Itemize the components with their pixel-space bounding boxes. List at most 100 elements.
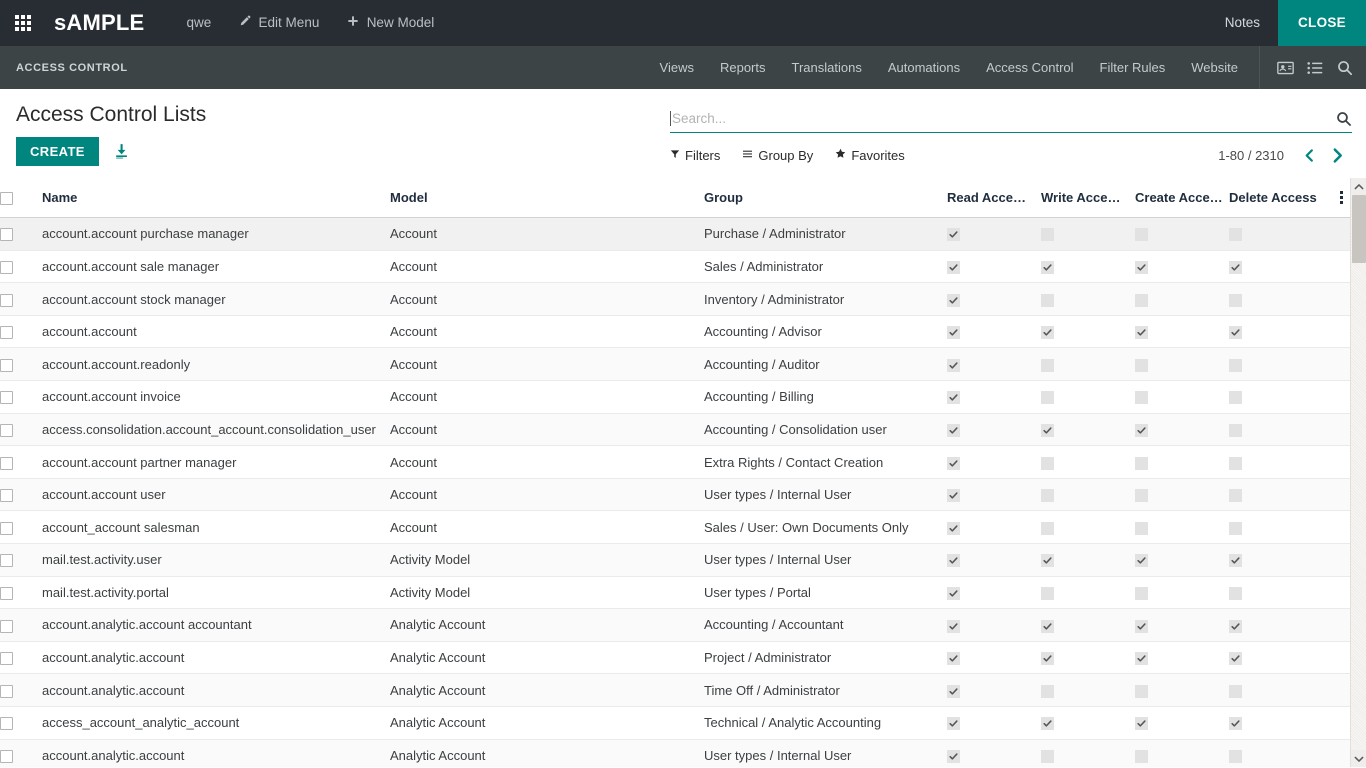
create-access-checkbox[interactable] (1135, 391, 1148, 404)
read-access-checkbox[interactable] (947, 652, 960, 665)
cell-model[interactable]: Account (390, 250, 704, 283)
create-access-checkbox[interactable] (1135, 359, 1148, 372)
cell-model[interactable]: Activity Model (390, 544, 704, 577)
cell-model[interactable]: Account (390, 218, 704, 251)
write-access-checkbox[interactable] (1041, 489, 1054, 502)
apps-grid-icon[interactable] (0, 0, 46, 46)
topnav-item-qwe[interactable]: qwe (172, 0, 225, 46)
import-download-icon[interactable] (113, 143, 130, 160)
row-select-cell[interactable] (0, 446, 42, 479)
cell-group[interactable]: Accounting / Advisor (704, 315, 947, 348)
cell-delete-access[interactable] (1229, 315, 1333, 348)
cell-read-access[interactable] (947, 218, 1041, 251)
cell-create-access[interactable] (1135, 381, 1229, 414)
cell-read-access[interactable] (947, 544, 1041, 577)
row-checkbox[interactable] (0, 522, 13, 535)
delete-access-checkbox[interactable] (1229, 457, 1242, 470)
cell-create-access[interactable] (1135, 674, 1229, 707)
cell-delete-access[interactable] (1229, 609, 1333, 642)
write-access-checkbox[interactable] (1041, 326, 1054, 339)
table-row[interactable]: access.consolidation.account_account.con… (0, 413, 1358, 446)
column-header-read-access[interactable]: Read Acce… (947, 178, 1041, 218)
cell-group[interactable]: Time Off / Administrator (704, 674, 947, 707)
cell-delete-access[interactable] (1229, 250, 1333, 283)
row-select-cell[interactable] (0, 478, 42, 511)
read-access-checkbox[interactable] (947, 685, 960, 698)
cell-create-access[interactable] (1135, 609, 1229, 642)
chevron-up-icon[interactable] (1351, 178, 1366, 195)
cell-create-access[interactable] (1135, 446, 1229, 479)
cell-write-access[interactable] (1041, 413, 1135, 446)
select-all-checkbox[interactable] (0, 192, 13, 205)
filters-dropdown[interactable]: Filters (670, 148, 720, 163)
cell-delete-access[interactable] (1229, 218, 1333, 251)
read-access-checkbox[interactable] (947, 554, 960, 567)
cell-model[interactable]: Analytic Account (390, 706, 704, 739)
read-access-checkbox[interactable] (947, 261, 960, 274)
cell-name[interactable]: account.account stock manager (42, 283, 390, 316)
cell-write-access[interactable] (1041, 218, 1135, 251)
create-access-checkbox[interactable] (1135, 228, 1148, 241)
search-bar[interactable] (670, 105, 1352, 133)
cell-create-access[interactable] (1135, 706, 1229, 739)
cell-create-access[interactable] (1135, 478, 1229, 511)
table-row[interactable]: mail.test.activity.portalActivity ModelU… (0, 576, 1358, 609)
row-checkbox[interactable] (0, 717, 13, 730)
cell-delete-access[interactable] (1229, 641, 1333, 674)
table-row[interactable]: account.analytic.accountAnalytic Account… (0, 674, 1358, 707)
row-checkbox[interactable] (0, 652, 13, 665)
row-checkbox[interactable] (0, 750, 13, 763)
row-checkbox[interactable] (0, 228, 13, 241)
cell-write-access[interactable] (1041, 674, 1135, 707)
chevron-down-icon[interactable] (1351, 750, 1366, 767)
cell-write-access[interactable] (1041, 641, 1135, 674)
write-access-checkbox[interactable] (1041, 522, 1054, 535)
cell-create-access[interactable] (1135, 576, 1229, 609)
topnav-item-edit-menu[interactable]: Edit Menu (225, 0, 333, 46)
create-access-checkbox[interactable] (1135, 326, 1148, 339)
row-select-cell[interactable] (0, 413, 42, 446)
cell-delete-access[interactable] (1229, 283, 1333, 316)
search-input[interactable] (672, 111, 1328, 126)
column-header-group[interactable]: Group (704, 178, 947, 218)
create-access-checkbox[interactable] (1135, 522, 1148, 535)
create-access-checkbox[interactable] (1135, 424, 1148, 437)
cell-delete-access[interactable] (1229, 478, 1333, 511)
cell-name[interactable]: account.account purchase manager (42, 218, 390, 251)
create-access-checkbox[interactable] (1135, 717, 1148, 730)
cell-model[interactable]: Account (390, 413, 704, 446)
delete-access-checkbox[interactable] (1229, 522, 1242, 535)
row-select-cell[interactable] (0, 674, 42, 707)
cell-read-access[interactable] (947, 446, 1041, 479)
table-row[interactable]: account_account salesmanAccountSales / U… (0, 511, 1358, 544)
delete-access-checkbox[interactable] (1229, 554, 1242, 567)
delete-access-checkbox[interactable] (1229, 359, 1242, 372)
delete-access-checkbox[interactable] (1229, 717, 1242, 730)
vertical-dots-icon[interactable] (1333, 191, 1350, 204)
row-select-cell[interactable] (0, 739, 42, 767)
cell-model[interactable]: Account (390, 381, 704, 414)
create-access-checkbox[interactable] (1135, 457, 1148, 470)
table-row[interactable]: account.account stock managerAccountInve… (0, 283, 1358, 316)
create-access-checkbox[interactable] (1135, 620, 1148, 633)
cell-read-access[interactable] (947, 609, 1041, 642)
cell-delete-access[interactable] (1229, 674, 1333, 707)
cell-name[interactable]: mail.test.activity.portal (42, 576, 390, 609)
write-access-checkbox[interactable] (1041, 587, 1054, 600)
row-checkbox[interactable] (0, 294, 13, 307)
cell-delete-access[interactable] (1229, 739, 1333, 767)
chevron-right-icon[interactable] (1323, 147, 1352, 164)
row-checkbox[interactable] (0, 620, 13, 633)
cell-group[interactable]: Accounting / Auditor (704, 348, 947, 381)
cell-write-access[interactable] (1041, 511, 1135, 544)
write-access-checkbox[interactable] (1041, 620, 1054, 633)
delete-access-checkbox[interactable] (1229, 294, 1242, 307)
write-access-checkbox[interactable] (1041, 652, 1054, 665)
delete-access-checkbox[interactable] (1229, 228, 1242, 241)
row-select-cell[interactable] (0, 250, 42, 283)
cell-model[interactable]: Analytic Account (390, 641, 704, 674)
cell-read-access[interactable] (947, 641, 1041, 674)
topnav-item-new-model[interactable]: New Model (333, 0, 448, 46)
row-checkbox[interactable] (0, 391, 13, 404)
cell-delete-access[interactable] (1229, 348, 1333, 381)
